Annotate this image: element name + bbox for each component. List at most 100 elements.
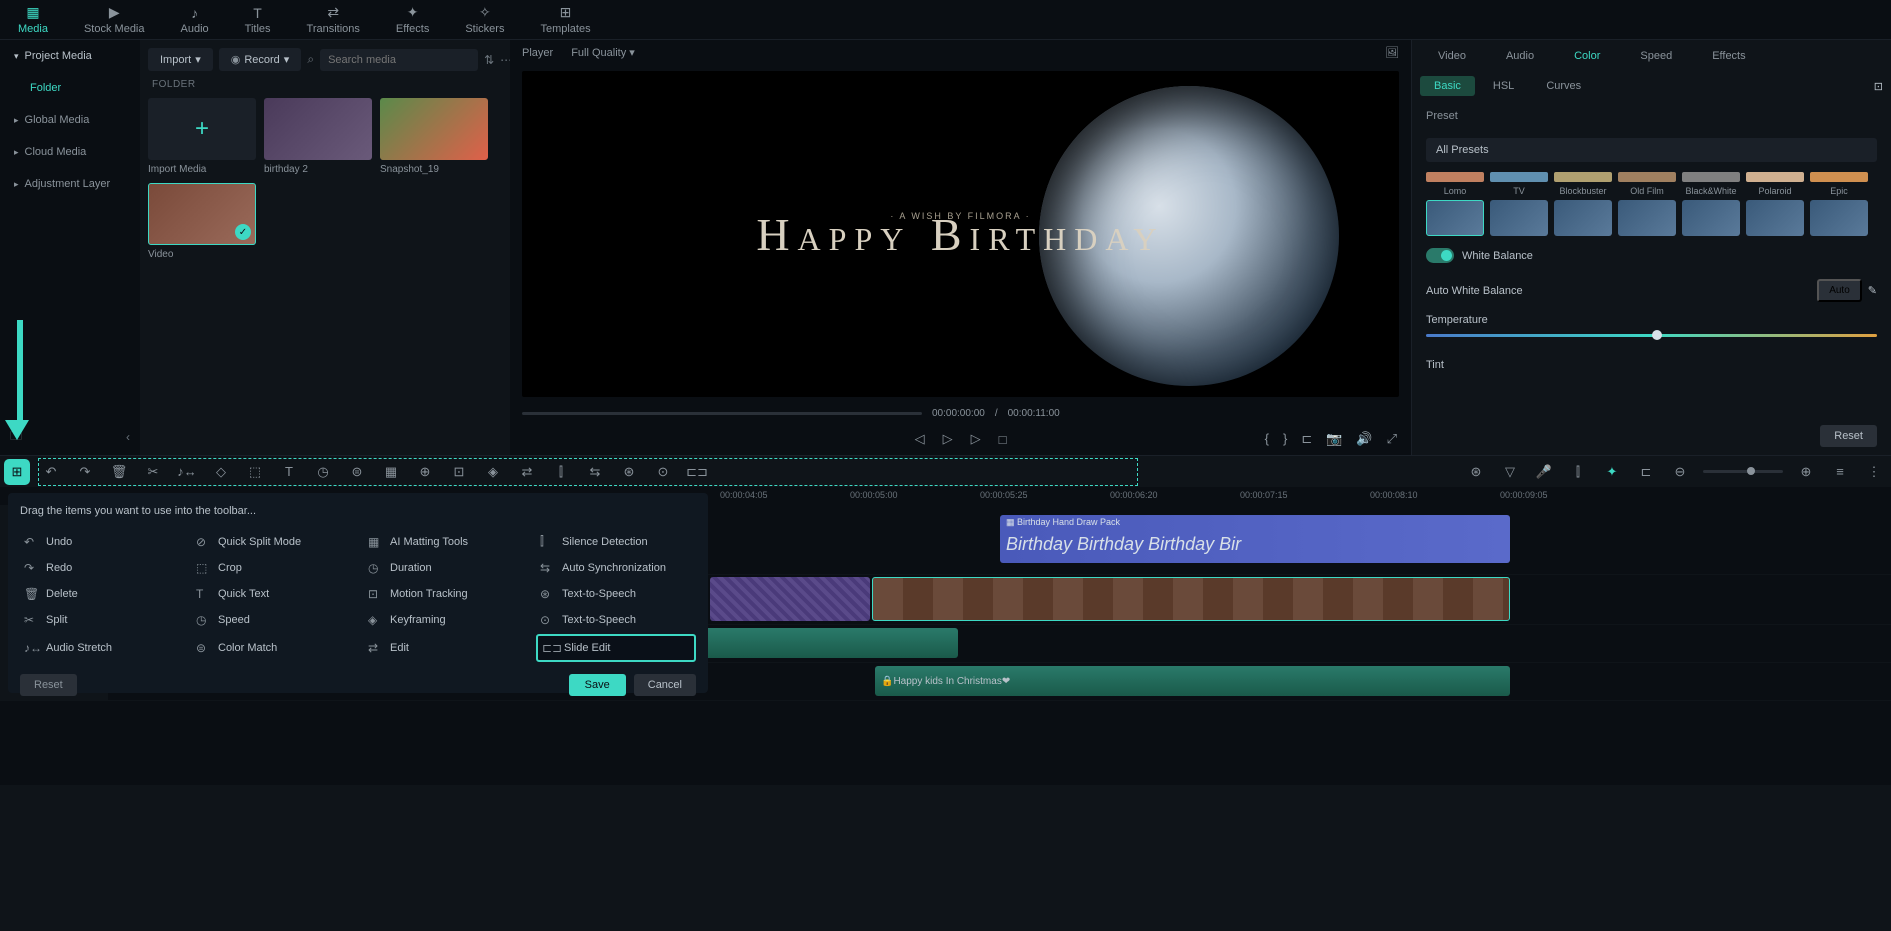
speed-icon[interactable]: ◷ (312, 461, 334, 483)
audio-mixer-icon[interactable]: ⫿ (1567, 461, 1589, 483)
text-icon[interactable]: T (278, 461, 300, 483)
auto-button[interactable]: Auto (1817, 279, 1862, 302)
tab-stock-media[interactable]: ▶Stock Media (66, 0, 163, 39)
zoom-slider[interactable] (1703, 470, 1783, 473)
split-icon[interactable]: ✂ (142, 461, 164, 483)
reset-button[interactable]: Reset (1820, 425, 1877, 447)
popup-item-crop[interactable]: ⬚Crop (192, 556, 352, 580)
swatch-lomo[interactable] (1426, 172, 1484, 182)
tab-video[interactable]: Video (1420, 44, 1484, 68)
tab-templates[interactable]: ⊞Templates (522, 0, 608, 39)
media-item-birthday2[interactable]: birthday 2 (264, 98, 372, 175)
snapshot-icon[interactable]: 🖼 (1385, 46, 1399, 59)
expand-icon[interactable]: ⊡ (1874, 80, 1883, 93)
popup-item-quick-split[interactable]: ⊘Quick Split Mode (192, 529, 352, 554)
popup-item-tts[interactable]: ⊛Text-to-Speech (536, 582, 696, 606)
import-button[interactable]: Import ▾ (148, 48, 213, 71)
motion-track-icon[interactable]: ⊡ (448, 461, 470, 483)
swatch-epic[interactable] (1810, 172, 1868, 182)
customize-toolbar-button[interactable]: ⊞ (6, 461, 28, 483)
temperature-slider[interactable]: 5.0 (1426, 334, 1877, 337)
popup-item-split[interactable]: ✂Split (20, 608, 180, 632)
subtab-curves[interactable]: Curves (1532, 76, 1595, 96)
duration-icon[interactable]: ⊕ (414, 461, 436, 483)
popup-item-edit[interactable]: ⇄Edit (364, 634, 524, 662)
delete-icon[interactable]: 🗑 (108, 461, 130, 483)
subtab-basic[interactable]: Basic (1420, 76, 1475, 96)
fullscreen-icon[interactable]: ⤢ (1387, 431, 1397, 447)
play-forward-icon[interactable]: ▷ (971, 431, 981, 447)
swatch-polaroid[interactable] (1746, 172, 1804, 182)
popup-item-stt[interactable]: ⊙Text-to-Speech (536, 608, 696, 632)
camera-icon[interactable]: 📷 (1326, 431, 1342, 447)
marker-icon[interactable]: ▽ (1499, 461, 1521, 483)
mark-in-icon[interactable]: { (1265, 431, 1269, 447)
audio-clip-2[interactable]: 🔒 Happy kids In Christmas ❤ (875, 666, 1510, 696)
undo-icon[interactable]: ↶ (40, 461, 62, 483)
sidebar-project-media[interactable]: ▾Project Media (0, 40, 140, 72)
video-clip-purple[interactable] (710, 577, 870, 621)
popup-item-audio-stretch[interactable]: ♪↔Audio Stretch (20, 634, 180, 662)
popup-item-undo[interactable]: ↶Undo (20, 529, 180, 554)
tts-icon[interactable]: ⊛ (618, 461, 640, 483)
preset-dropdown[interactable]: All Presets (1426, 138, 1877, 162)
slide-edit-icon[interactable]: ⊏⊐ (686, 461, 708, 483)
media-item-video[interactable]: ✓ Video (148, 183, 256, 260)
popup-item-motion-tracking[interactable]: ⊡Motion Tracking (364, 582, 524, 606)
zoom-out-icon[interactable]: ⊖ (1669, 461, 1691, 483)
sidebar-adjustment-layer[interactable]: ▸Adjustment Layer (0, 168, 140, 200)
popup-reset-button[interactable]: Reset (20, 674, 77, 696)
sidebar-folder[interactable]: Folder (0, 72, 140, 104)
tag-icon[interactable]: ◇ (210, 461, 232, 483)
text-clip[interactable]: ▦ Birthday Hand Draw Pack Birthday Birth… (1000, 515, 1510, 563)
tab-audio[interactable]: ♪Audio (163, 0, 227, 39)
collapse-icon[interactable]: ‹ (126, 430, 130, 444)
preset-thumb[interactable] (1810, 200, 1868, 236)
filter-icon[interactable]: ⇅ (484, 53, 494, 67)
player-viewport[interactable]: · A WISH BY FILMORA · Happy Birthday (522, 71, 1399, 397)
popup-item-auto-sync[interactable]: ⇆Auto Synchronization (536, 556, 696, 580)
tab-effects[interactable]: ✦Effects (378, 0, 447, 39)
more-icon[interactable]: ⋮ (1863, 461, 1885, 483)
mix-icon[interactable]: ⊛ (1465, 461, 1487, 483)
popup-item-ai-matting[interactable]: ▦AI Matting Tools (364, 529, 524, 554)
redo-icon[interactable]: ↷ (74, 461, 96, 483)
swatch-oldfilm[interactable] (1618, 172, 1676, 182)
preset-thumb[interactable] (1682, 200, 1740, 236)
quality-dropdown[interactable]: Full Quality ▾ (571, 46, 635, 59)
slider-thumb[interactable] (1652, 330, 1662, 340)
tab-audio[interactable]: Audio (1488, 44, 1552, 68)
display-icon[interactable]: ⊏ (1301, 431, 1312, 447)
popup-cancel-button[interactable]: Cancel (634, 674, 696, 696)
subtab-hsl[interactable]: HSL (1479, 76, 1528, 96)
sync-icon[interactable]: ⇆ (584, 461, 606, 483)
swatch-bw[interactable] (1682, 172, 1740, 182)
silence-icon[interactable]: ⫿ (550, 461, 572, 483)
popup-save-button[interactable]: Save (569, 674, 626, 696)
media-import-tile[interactable]: + Import Media (148, 98, 256, 175)
tab-speed[interactable]: Speed (1622, 44, 1690, 68)
tab-effects[interactable]: Effects (1694, 44, 1763, 68)
stop-icon[interactable]: □ (999, 432, 1007, 447)
folder-icon[interactable]: 🗀 (10, 427, 22, 448)
popup-item-color-match[interactable]: ⊜Color Match (192, 634, 352, 662)
preset-thumb[interactable] (1426, 200, 1484, 236)
popup-item-speed[interactable]: ◷Speed (192, 608, 352, 632)
popup-item-redo[interactable]: ↷Redo (20, 556, 180, 580)
tab-stickers[interactable]: ✧Stickers (447, 0, 522, 39)
volume-icon[interactable]: 🔊 (1356, 431, 1372, 447)
tab-titles[interactable]: TTitles (227, 0, 289, 39)
preset-thumb[interactable] (1490, 200, 1548, 236)
media-item-snapshot[interactable]: Snapshot_19 (380, 98, 488, 175)
popup-item-keyframing[interactable]: ◈Keyframing (364, 608, 524, 632)
popup-item-silence[interactable]: ⫿Silence Detection (536, 529, 696, 554)
tab-color[interactable]: Color (1556, 44, 1618, 68)
keyframe-icon[interactable]: ◈ (482, 461, 504, 483)
sidebar-cloud-media[interactable]: ▸Cloud Media (0, 136, 140, 168)
white-balance-toggle[interactable] (1426, 248, 1454, 263)
mark-out-icon[interactable]: } (1283, 431, 1287, 447)
color-match-icon[interactable]: ⊜ (346, 461, 368, 483)
tab-transitions[interactable]: ⇄Transitions (289, 0, 378, 39)
prev-frame-icon[interactable]: ◁ (915, 431, 925, 447)
zoom-in-icon[interactable]: ⊕ (1795, 461, 1817, 483)
